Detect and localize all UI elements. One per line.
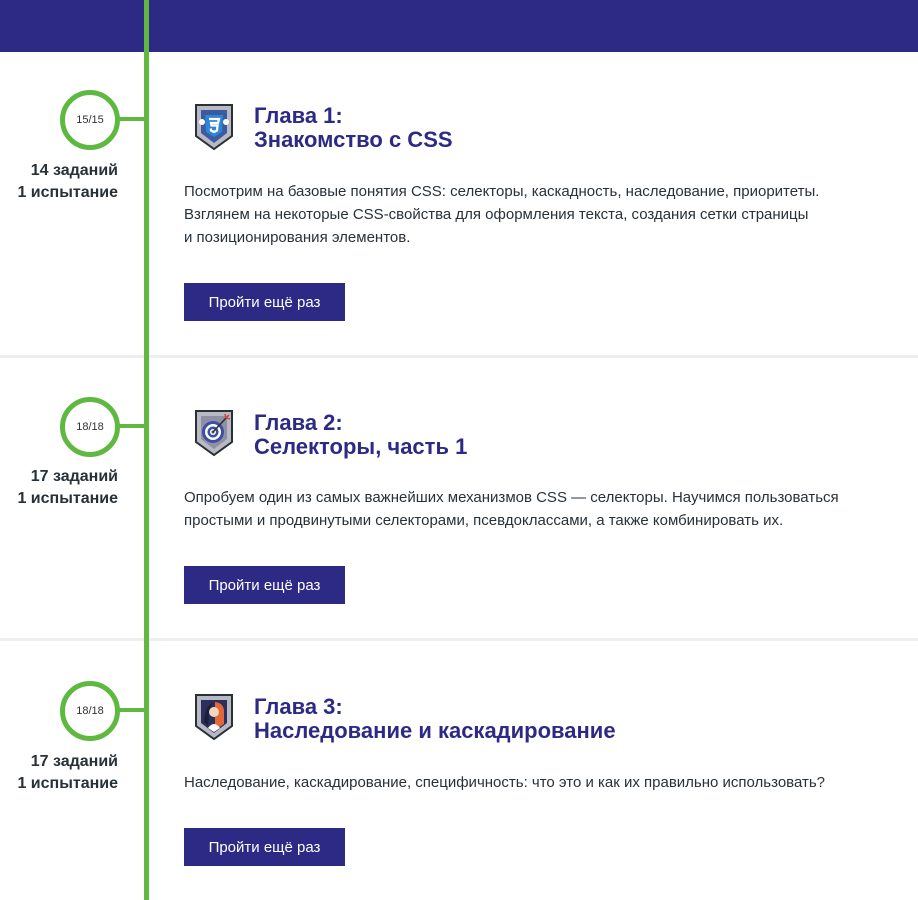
- description-line: Посмотрим на базовые понятия CSS: селект…: [184, 183, 820, 200]
- chapter-title: Глава 2: Селекторы, часть 1: [254, 411, 874, 459]
- retry-chapter-button[interactable]: Пройти ещё раз: [184, 828, 345, 866]
- description-line: простыми и продвинутыми селекторами, псе…: [184, 512, 784, 529]
- chapter-stats: 14 заданий 1 испытание: [0, 160, 118, 204]
- description-line: Взглянем на некоторые CSS-свойства для о…: [184, 206, 809, 223]
- chapter-title: Глава 3: Наследование и каскадирование: [254, 695, 874, 743]
- chapter-description: Посмотрим на базовые понятия CSS: селект…: [184, 180, 904, 249]
- chapter-progress-circle: 15/15: [60, 90, 120, 150]
- progress-timeline-line: [144, 0, 149, 900]
- portrait-shield-icon: [192, 692, 236, 742]
- chapter-number: Глава 3:: [254, 694, 343, 719]
- description-line: Опробуем один из самых важнейших механиз…: [184, 489, 839, 506]
- trials-count: 1 испытание: [17, 490, 118, 507]
- chapter-progress-text: 15/15: [76, 114, 104, 126]
- tasks-count: 14 заданий: [30, 162, 118, 179]
- chapter-progress-circle: 18/18: [60, 397, 120, 457]
- chapter-number: Глава 1:: [254, 103, 343, 128]
- chapter-name: Наследование и каскадирование: [254, 718, 616, 743]
- chapter-progress-text: 18/18: [76, 705, 104, 717]
- chapter-progress-text: 18/18: [76, 421, 104, 433]
- retry-chapter-button[interactable]: Пройти ещё раз: [184, 566, 345, 604]
- chapter-number: Глава 2:: [254, 410, 343, 435]
- top-header-bar: [0, 0, 918, 52]
- chapter-name: Селекторы, часть 1: [254, 434, 468, 459]
- section-divider: [0, 355, 918, 358]
- trials-count: 1 испытание: [17, 184, 118, 201]
- target-shield-icon: [192, 408, 236, 458]
- chapter-stats: 17 заданий 1 испытание: [0, 466, 118, 510]
- chapter-description: Наследование, каскадирование, специфично…: [184, 771, 904, 794]
- description-line: Наследование, каскадирование, специфично…: [184, 774, 826, 791]
- chapter-stats: 17 заданий 1 испытание: [0, 751, 118, 795]
- chapter-title: Глава 1: Знакомство с CSS: [254, 104, 874, 152]
- chapter-name: Знакомство с CSS: [254, 127, 453, 152]
- css3-shield-icon: [192, 102, 236, 152]
- retry-chapter-button[interactable]: Пройти ещё раз: [184, 283, 345, 321]
- description-line: и позиционирования элементов.: [184, 229, 411, 246]
- tasks-count: 17 заданий: [30, 468, 118, 485]
- trials-count: 1 испытание: [17, 775, 118, 792]
- section-divider: [0, 638, 918, 641]
- chapter-description: Опробуем один из самых важнейших механиз…: [184, 486, 904, 532]
- chapter-progress-circle: 18/18: [60, 681, 120, 741]
- tasks-count: 17 заданий: [30, 753, 118, 770]
